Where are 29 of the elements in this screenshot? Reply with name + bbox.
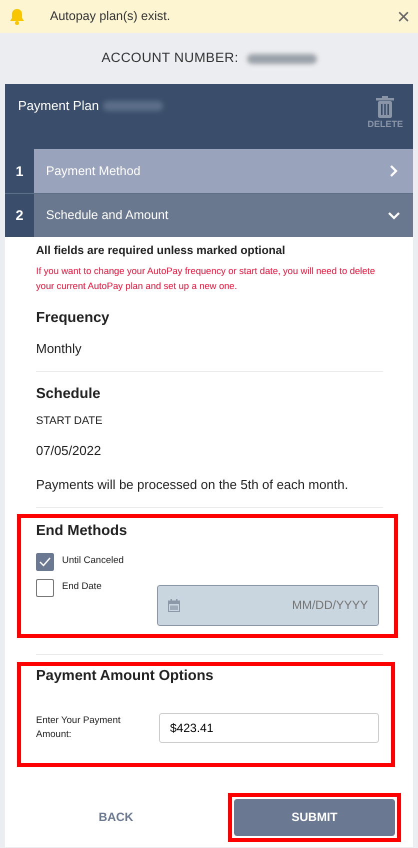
checkmark-icon (39, 556, 51, 566)
checkbox-label: End Date (62, 580, 103, 594)
step-number: 2 (14, 206, 24, 225)
submit-button[interactable]: SUBMIT (234, 798, 395, 836)
step-header[interactable]: Schedule and Amount (34, 194, 413, 237)
schedule-note: Payments will be processed on the 5th of each month. (36, 476, 350, 494)
delete-button[interactable]: DELETE (367, 96, 403, 132)
warning-text: If you want to change your AutoPay frequency or start date, you will need to delete your current AutoPay plan and set up a new one. (36, 265, 376, 294)
frequency-value: Monthly (36, 340, 83, 358)
close-button[interactable]: × (397, 6, 410, 28)
required-note: All fields are required unless marked optional (36, 244, 286, 259)
step-header[interactable]: Payment Method (34, 149, 413, 193)
alert-message: Autopay plan(s) exist. (50, 8, 172, 26)
section-heading: Frequency (36, 309, 110, 328)
section-heading: Payment Amount Options (36, 666, 214, 686)
section-heading: End Methods (36, 522, 128, 541)
trash-icon (376, 96, 394, 118)
back-button[interactable]: BACK (51, 807, 181, 827)
plan-title: Payment Plan (18, 97, 99, 115)
step-number: 1 (14, 162, 24, 180)
checkbox[interactable] (36, 552, 54, 570)
amount-field[interactable]: $423.41 (159, 713, 379, 744)
amount-label: Enter Your Payment Amount: (36, 714, 122, 742)
section-heading: Schedule (36, 384, 102, 404)
start-date-label: START DATE (36, 414, 104, 430)
account-number-label: ACCOUNT NUMBER: (101, 49, 238, 68)
bell-icon (8, 8, 26, 25)
start-date-value: 07/05/2022 (36, 442, 102, 460)
checkbox-label: Until Canceled (62, 554, 125, 568)
